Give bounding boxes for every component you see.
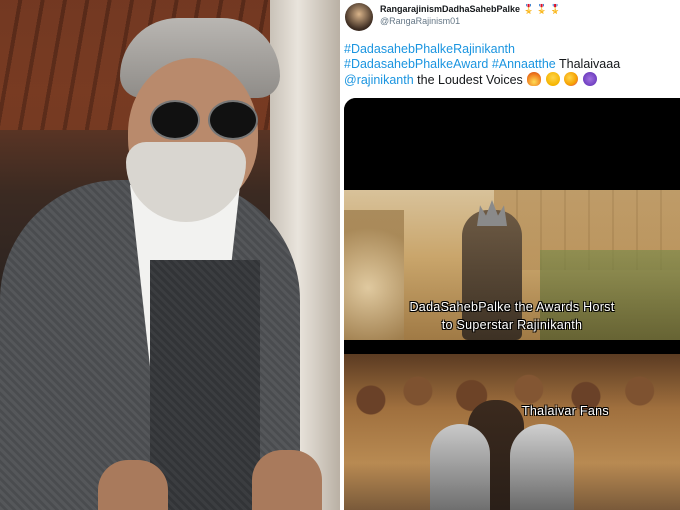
hashtag-link[interactable]: #DadasahebPhalkeAward [344, 57, 488, 71]
sunglasses [150, 100, 260, 140]
fire-emoji-icon [527, 72, 542, 86]
hashtag-link[interactable]: #Annaatthe [492, 57, 556, 71]
tweet-text-segment: Thalaivaaa [555, 57, 621, 71]
rajinikanth-photo [0, 0, 340, 510]
helmet-soldier [430, 424, 490, 510]
vest [150, 260, 260, 510]
sunglasses-emoji-icon [545, 72, 560, 86]
meme-scene-crowd [344, 354, 680, 510]
right-hand [252, 450, 322, 510]
meme-caption-top: DadaSahebPalke the Awards Horst to Super… [344, 298, 680, 334]
medal-emojis: 🎖️🎖️🎖️ [523, 4, 563, 14]
helmet-soldier [510, 424, 574, 510]
frame-gap [344, 340, 680, 354]
meme-image[interactable]: DadaSahebPalke the Awards Horst to Super… [344, 98, 680, 510]
caption-line: to Superstar Rajinikanth [441, 318, 583, 332]
devil-emoji-icon [582, 72, 597, 86]
tweet-text: #DadasahebPhalkeRajinikanth #DadasahebPh… [344, 42, 678, 88]
display-name-text: RangarajinismDadhaSahebPalke [380, 4, 521, 14]
display-name[interactable]: RangarajinismDadhaSahebPalke 🎖️🎖️🎖️ [380, 4, 563, 15]
meme-caption-bottom: Thalaivar Fans [522, 404, 609, 418]
caption-line: DadaSahebPalke the Awards Horst [409, 300, 615, 314]
tweet-text-segment: the Loudest Voices [413, 73, 527, 87]
avatar[interactable] [345, 3, 373, 31]
user-handle[interactable]: @RangaRajinism01 [380, 16, 460, 26]
tweet-card: RangarajinismDadhaSahebPalke 🎖️🎖️🎖️ @Rang… [340, 0, 680, 510]
left-hand [98, 460, 168, 510]
mention-link[interactable]: @rajinikanth [344, 73, 414, 87]
hashtag-link[interactable]: #DadasahebPhalkeRajinikanth [344, 42, 515, 56]
party-emoji-icon [564, 72, 579, 86]
black-band [344, 98, 680, 190]
